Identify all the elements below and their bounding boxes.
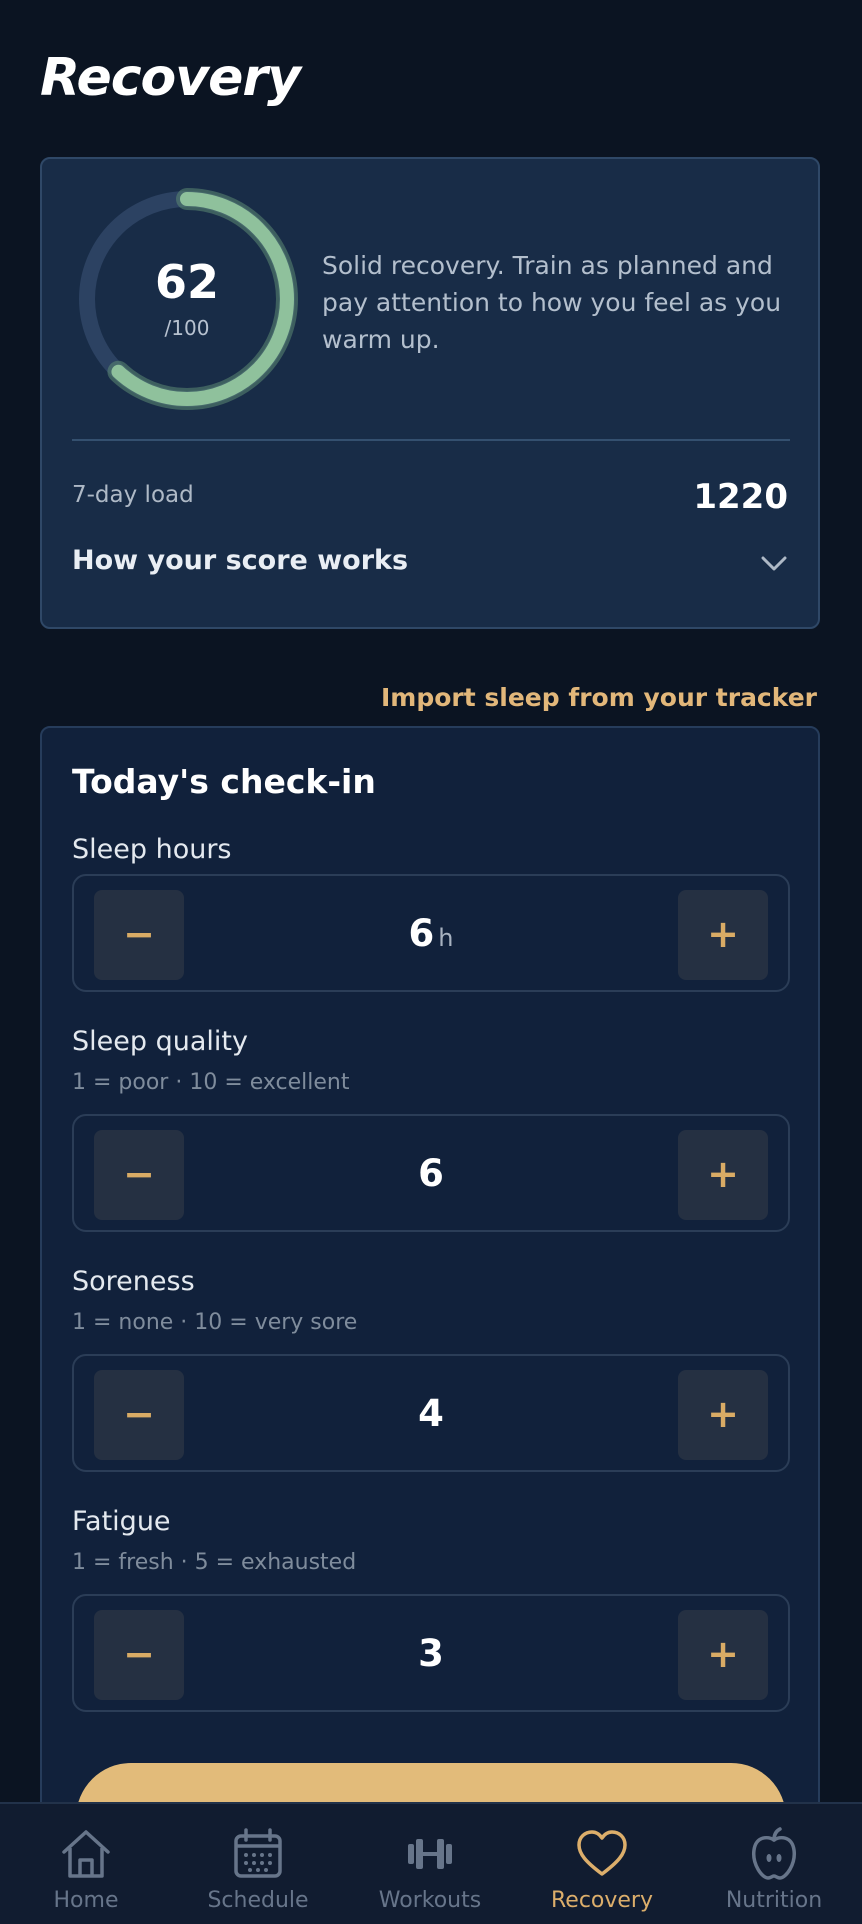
- import-sleep-link[interactable]: Import sleep from your tracker: [381, 683, 817, 712]
- sleep-hours-value: 6: [408, 912, 435, 955]
- sleep-quality-value: 6: [418, 1152, 444, 1195]
- soreness-hint: 1 = none · 10 = very sore: [72, 1310, 358, 1335]
- checkin-card: Today's check-in Sleep hours − 6h + Slee…: [40, 726, 820, 1924]
- nav-label-recovery: Recovery: [550, 1888, 653, 1913]
- soreness-label: Soreness: [72, 1266, 195, 1297]
- heart-icon: [577, 1830, 627, 1876]
- load-label: 7-day load: [72, 482, 194, 508]
- sleep-hours-label: Sleep hours: [72, 834, 232, 865]
- bottom-nav: Home Schedule Workouts Recovery Nutritio…: [0, 1802, 862, 1924]
- nav-item-nutrition[interactable]: Nutrition: [688, 1804, 860, 1924]
- nav-label-workouts: Workouts: [378, 1888, 482, 1913]
- sleep-quality-decrement-button[interactable]: −: [94, 1130, 184, 1220]
- fatigue-increment-button[interactable]: +: [678, 1610, 768, 1700]
- recovery-score-value: 62: [154, 255, 219, 309]
- divider: [72, 439, 790, 441]
- load-value: 1220: [693, 477, 788, 517]
- recovery-score-max: /100: [164, 316, 210, 340]
- nav-label-nutrition: Nutrition: [725, 1888, 823, 1913]
- sleep-hours-stepper: − 6h +: [72, 874, 790, 992]
- soreness-decrement-button[interactable]: −: [94, 1370, 184, 1460]
- checkin-title: Today's check-in: [72, 762, 376, 801]
- nav-label-schedule: Schedule: [207, 1888, 309, 1913]
- sleep-hours-value-wrap: 6h: [184, 914, 678, 958]
- soreness-value: 4: [418, 1392, 444, 1435]
- nav-label-home: Home: [53, 1888, 119, 1913]
- sleep-quality-stepper: − 6 +: [72, 1114, 790, 1232]
- home-icon: [62, 1830, 110, 1878]
- dumbbell-icon: [408, 1839, 452, 1869]
- recovery-score-card: 62 /100 Solid recovery. Train as planned…: [40, 157, 820, 629]
- nav-item-schedule[interactable]: Schedule: [172, 1804, 344, 1924]
- fatigue-decrement-button[interactable]: −: [94, 1610, 184, 1700]
- soreness-stepper: − 4 +: [72, 1354, 790, 1472]
- fatigue-hint: 1 = fresh · 5 = exhausted: [72, 1550, 357, 1575]
- nav-item-workouts[interactable]: Workouts: [344, 1804, 516, 1924]
- how-score-works-toggle[interactable]: How your score works: [72, 537, 790, 587]
- chevron-down-icon: [761, 556, 787, 571]
- sleep-hours-increment-button[interactable]: +: [678, 890, 768, 980]
- sleep-quality-increment-button[interactable]: +: [678, 1130, 768, 1220]
- how-score-works-label: How your score works: [72, 545, 409, 576]
- fatigue-label: Fatigue: [72, 1506, 171, 1537]
- calendar-icon: [234, 1828, 282, 1878]
- page-title: Recovery: [40, 48, 301, 108]
- nav-item-home[interactable]: Home: [0, 1804, 172, 1924]
- recovery-description: Solid recovery. Train as planned and pay…: [322, 251, 782, 354]
- fatigue-stepper: − 3 +: [72, 1594, 790, 1712]
- nav-item-recovery[interactable]: Recovery: [516, 1804, 688, 1924]
- fatigue-value: 3: [418, 1632, 444, 1675]
- apple-icon: [752, 1827, 796, 1880]
- sleep-hours-decrement-button[interactable]: −: [94, 890, 184, 980]
- recovery-screen: Recovery 62 /100 Solid recovery. Train a…: [0, 0, 862, 1924]
- sleep-hours-unit: h: [438, 924, 454, 952]
- soreness-increment-button[interactable]: +: [678, 1370, 768, 1460]
- sleep-quality-label: Sleep quality: [72, 1026, 248, 1057]
- sleep-quality-hint: 1 = poor · 10 = excellent: [72, 1070, 350, 1095]
